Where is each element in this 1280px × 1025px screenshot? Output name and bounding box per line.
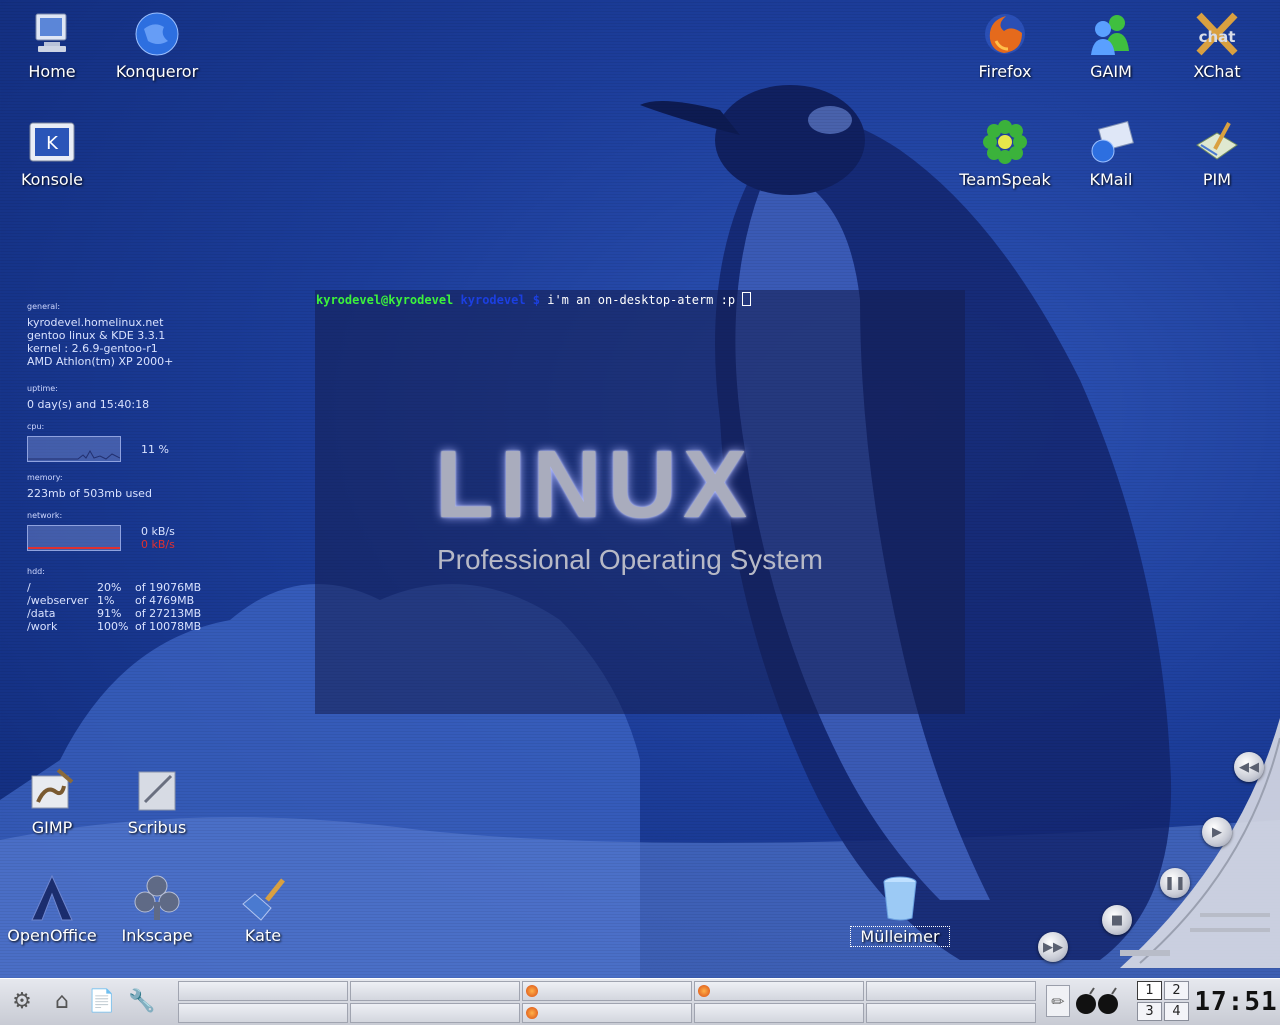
kde-menu-button[interactable]: ⚙ (4, 983, 40, 1019)
hdd-row: /webserver 1% of 4769MB (27, 594, 195, 607)
desktop-icon-konsole[interactable]: K Konsole (2, 118, 102, 189)
system-monitor-widget: general: kyrodevel.homelinux.net gentoo … (27, 300, 227, 633)
computer-icon (28, 10, 76, 58)
task-button[interactable] (522, 981, 692, 1001)
cpu-model: AMD Athlon(tm) XP 2000+ (27, 355, 174, 368)
desktop-pager: 1 2 3 4 (1137, 981, 1189, 1021)
desktop-icon-home[interactable]: Home (2, 10, 102, 81)
desktop-icon-pim[interactable]: PIM (1167, 118, 1267, 189)
network-graph (27, 525, 121, 551)
desktop-icon-openoffice[interactable]: OpenOffice (2, 874, 102, 945)
task-button[interactable] (694, 981, 864, 1001)
tools-icon: 🔧 (128, 988, 156, 1014)
desktop-terminal[interactable]: kyrodevel@kyrodevel kyrodevel $ i'm an o… (315, 290, 965, 714)
trash-icon (876, 874, 924, 922)
quicklaunch-tools[interactable]: 🔧 (124, 983, 160, 1019)
fast-forward-button[interactable]: ▶▶ (1038, 932, 1068, 962)
desktop-icon-scribus[interactable]: Scribus (107, 766, 207, 837)
xchat-icon: chat (1193, 10, 1241, 58)
desktop-icon-trash[interactable]: Mülleimer (850, 874, 950, 947)
brush-icon (239, 874, 287, 922)
mail-icon (1087, 118, 1135, 166)
pager-desktop-3[interactable]: 3 (1137, 1002, 1162, 1021)
document-icon: 📄 (88, 988, 116, 1014)
hdd-row: /data 91% of 27213MB (27, 607, 202, 620)
prompt-user: kyrodevel@kyrodevel (316, 293, 454, 307)
globe-icon (133, 10, 181, 58)
task-button[interactable] (866, 981, 1036, 1001)
firefox-icon (526, 1007, 538, 1019)
terminal-icon: K (28, 118, 76, 166)
pause-button[interactable]: ❚❚ (1160, 868, 1190, 898)
notebook-icon (1193, 118, 1241, 166)
task-button[interactable] (694, 1003, 864, 1023)
openoffice-icon (28, 874, 76, 922)
system-tray: ✏ (1046, 985, 1122, 1017)
rewind-button[interactable]: ◀◀ (1234, 752, 1264, 782)
klipper-icon[interactable]: ✏ (1046, 985, 1070, 1017)
desktop-icon-gimp[interactable]: GIMP (2, 766, 102, 837)
quicklaunch-document[interactable]: 📄 (84, 983, 120, 1019)
desktop-icon-inkscape[interactable]: Inkscape (107, 874, 207, 945)
gimp-icon (28, 766, 76, 814)
task-button[interactable] (178, 981, 348, 1001)
flower-icon (981, 118, 1029, 166)
pager-desktop-2[interactable]: 2 (1164, 981, 1189, 1000)
taskbar-windows (178, 981, 1038, 1023)
net-in-value: 0 kB/s (141, 525, 175, 538)
cpu-value: 11 % (141, 442, 169, 456)
play-button[interactable]: ▶ (1202, 817, 1232, 847)
bomb-icons[interactable] (1074, 986, 1122, 1016)
home-icon: ⌂ (55, 988, 69, 1014)
terminal-command: i'm an on-desktop-aterm :p (540, 293, 743, 307)
pager-desktop-4[interactable]: 4 (1164, 1002, 1189, 1021)
cpu-graph (27, 436, 121, 462)
desktop-icon-firefox[interactable]: Firefox (955, 10, 1055, 81)
xchat-logo-text: chat (1199, 28, 1236, 46)
task-button[interactable] (522, 1003, 692, 1023)
terminal-prompt[interactable]: kyrodevel@kyrodevel kyrodevel $ i'm an o… (316, 292, 752, 307)
task-button[interactable] (866, 1003, 1036, 1023)
firefox-icon (698, 985, 710, 997)
hdd-row: /work 100% of 10078MB (27, 620, 202, 633)
club-icon (133, 874, 181, 922)
kde-panel: ⚙ ⌂ 📄 🔧 ✏ 1 2 3 4 17:51 (0, 978, 1280, 1025)
network-label: network: (27, 511, 63, 520)
general-label: general: (27, 302, 61, 311)
cpu-label: cpu: (27, 422, 45, 431)
desktop-icon-teamspeak[interactable]: TeamSpeak (955, 118, 1055, 189)
hostname: kyrodevel.homelinux.net (27, 316, 164, 329)
task-button[interactable] (350, 981, 520, 1001)
memory-value: 223mb of 503mb used (27, 487, 152, 500)
desktop-icon-kate[interactable]: Kate (213, 874, 313, 945)
kde-gear-icon: ⚙ (12, 988, 32, 1014)
svg-text:K: K (46, 133, 59, 154)
task-button[interactable] (178, 1003, 348, 1023)
pager-desktop-1[interactable]: 1 (1137, 981, 1162, 1000)
desktop-icon-xchat[interactable]: chat XChat (1167, 10, 1267, 81)
terminal-cursor (742, 292, 752, 306)
firefox-icon (526, 985, 538, 997)
desktop-icon-gaim[interactable]: GAIM (1061, 10, 1161, 81)
distro: gentoo linux & KDE 3.3.1 (27, 329, 166, 342)
hdd-row: /20% of 19076MB (27, 581, 202, 594)
panel-clock[interactable]: 17:51 (1194, 983, 1276, 1021)
uptime-label: uptime: (27, 384, 58, 393)
kernel-version: kernel : 2.6.9-gentoo-r1 (27, 342, 158, 355)
desktop-icon-kmail[interactable]: KMail (1061, 118, 1161, 189)
users-icon (1087, 10, 1135, 58)
memory-label: memory: (27, 473, 63, 482)
uptime-value: 0 day(s) and 15:40:18 (27, 398, 150, 411)
firefox-icon (981, 10, 1029, 58)
net-out-value: 0 kB/s (141, 538, 175, 551)
task-button[interactable] (350, 1003, 520, 1023)
desktop-icon-konqueror[interactable]: Konqueror (107, 10, 207, 81)
scribus-icon (133, 766, 181, 814)
prompt-dir: kyrodevel $ (460, 293, 540, 307)
wallpaper-title: LINUX (435, 431, 753, 538)
hdd-label: hdd: (27, 567, 45, 576)
quicklaunch-home[interactable]: ⌂ (44, 983, 80, 1019)
stop-button[interactable]: ■ (1102, 905, 1132, 935)
wallpaper-subtitle: Professional Operating System (437, 544, 823, 575)
